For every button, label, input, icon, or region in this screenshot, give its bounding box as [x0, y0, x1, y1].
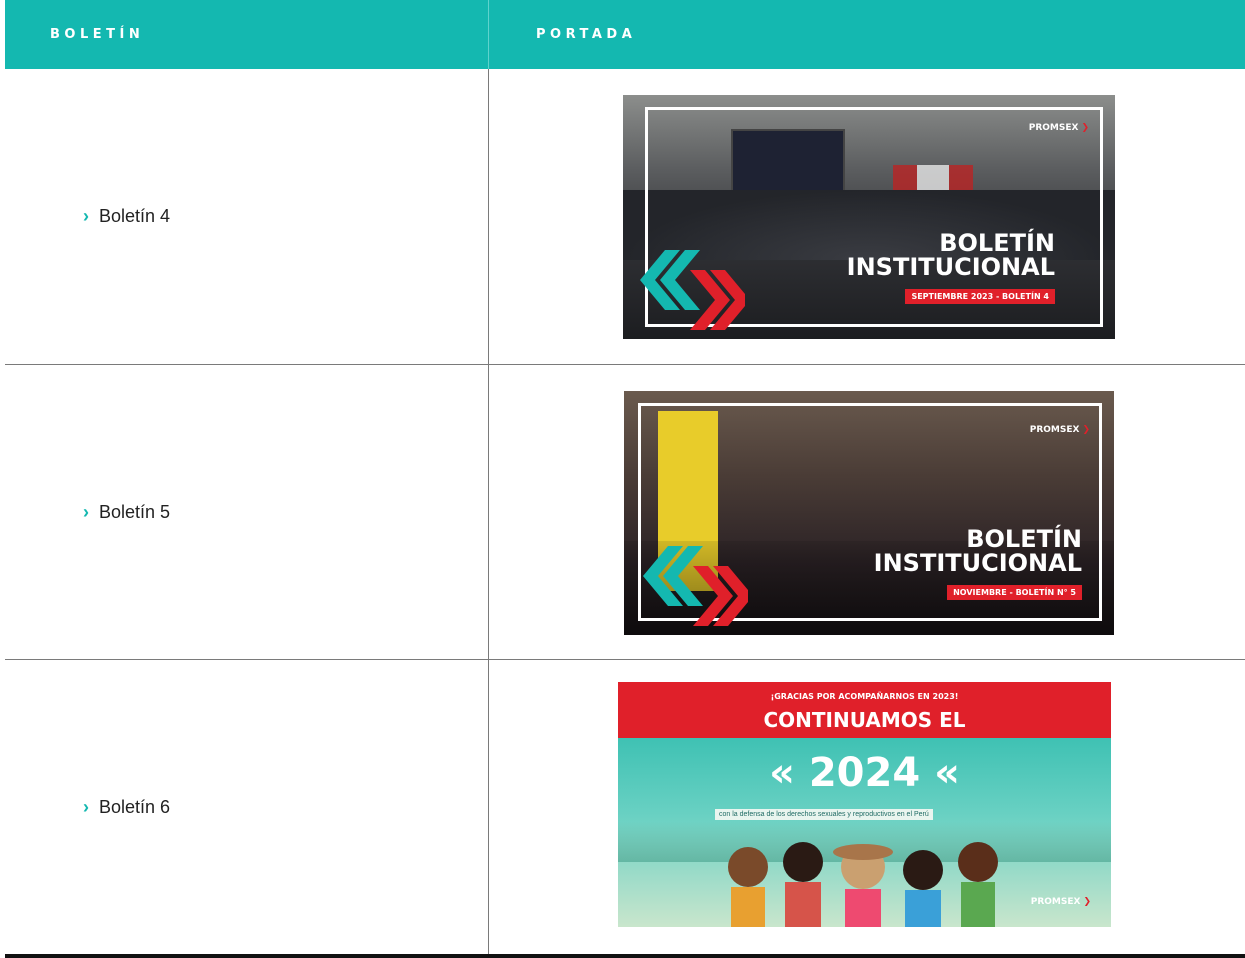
cover-cell: PROMSEX ❯ BOLETÍN INSTITUCIONAL NOVIEMBRE… [489, 365, 1245, 659]
cover-title: BOLETÍN INSTITUCIONAL [846, 229, 1055, 281]
cover-subtitle: SEPTIEMBRE 2023 - BOLETÍN 4 [905, 289, 1055, 304]
bulletin-6-cover-image[interactable]: ¡GRACIAS POR ACOMPAÑARNOS EN 2023! CONTI… [618, 682, 1111, 927]
bulletin-cell: › Boletín 5 [5, 365, 489, 659]
bulletin-label: Boletín 4 [99, 206, 171, 226]
promsex-logo: PROMSEX ❯ [1028, 123, 1089, 133]
table-row: › Boletín 6 ¡GRACIAS POR ACOMPAÑARNOS EN… [5, 660, 1245, 958]
bulletin-cell: › Boletín 6 [5, 660, 489, 954]
table-row: › Boletín 5 PROMSEX ❯ BOLETÍN INSTITUCION… [5, 365, 1245, 660]
cover-caption: con la defensa de los derechos sexuales … [715, 809, 933, 820]
chevron-right-icon: › [83, 796, 89, 817]
cover-headline: CONTINUAMOS EL [763, 708, 966, 732]
bulletin-label: Boletín 6 [99, 796, 171, 817]
chevrons-graphic [643, 546, 748, 626]
children-illustration [728, 842, 998, 927]
cover-subtitle: NOVIEMBRE - BOLETÍN N° 5 [947, 585, 1082, 600]
bulletin-5-link[interactable]: › Boletín 5 [83, 502, 170, 523]
bulletin-label: Boletín 5 [99, 501, 171, 522]
cover-title: BOLETÍN INSTITUCIONAL [873, 525, 1082, 577]
cover-cell: ¡GRACIAS POR ACOMPAÑARNOS EN 2023! CONTI… [489, 660, 1245, 954]
chevrons-graphic [640, 250, 745, 330]
bulletin-4-link[interactable]: › Boletín 4 [83, 206, 170, 227]
cover-year: « 2024 « [769, 750, 960, 796]
bulletin-4-cover-image[interactable]: PROMSEX ❯ BOLETÍN INSTITUCIONAL SEPTIEMBR… [623, 95, 1115, 339]
table-row: › Boletín 4 PROMSEX ❯ BOLETÍN INSTITUCION… [5, 69, 1245, 365]
cover-top-text: ¡GRACIAS POR ACOMPAÑARNOS EN 2023! [770, 692, 959, 701]
promsex-logo: PROMSEX ❯ [1030, 897, 1091, 907]
header-bulletin: BOLETÍN [5, 0, 489, 69]
bulletin-5-cover-image[interactable]: PROMSEX ❯ BOLETÍN INSTITUCIONAL NOVIEMBRE… [624, 391, 1114, 635]
promsex-logo: PROMSEX ❯ [1029, 425, 1090, 435]
bulletin-cell: › Boletín 4 [5, 69, 489, 364]
bulletin-6-link[interactable]: › Boletín 6 [83, 797, 170, 818]
table-header: BOLETÍN PORTADA [5, 0, 1245, 69]
cover-cell: PROMSEX ❯ BOLETÍN INSTITUCIONAL SEPTIEMBR… [489, 69, 1245, 364]
bulletins-table: BOLETÍN PORTADA › Boletín 4 PROMSEX ❯ BOL… [5, 0, 1245, 958]
header-cover: PORTADA [536, 27, 637, 42]
chevron-right-icon: › [83, 501, 89, 522]
chevron-right-icon: › [83, 206, 89, 226]
